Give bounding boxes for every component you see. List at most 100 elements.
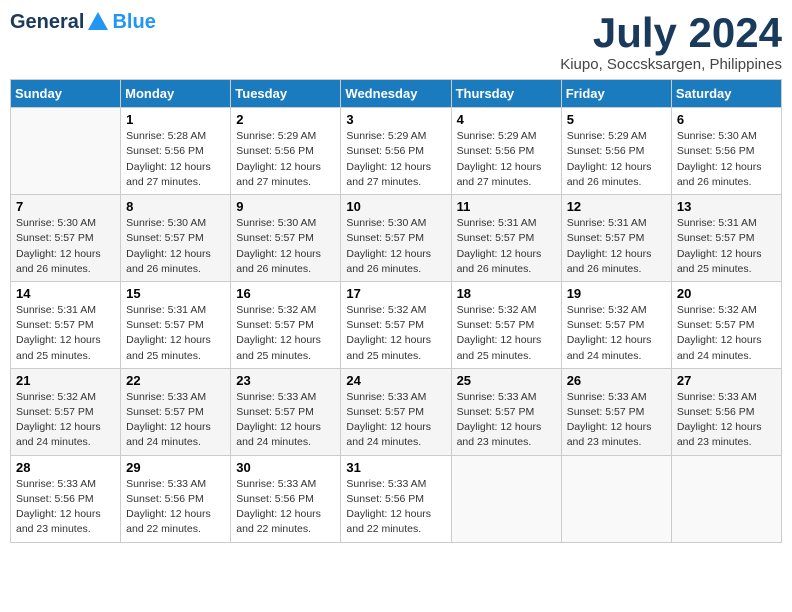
calendar-cell: 4 Sunrise: 5:29 AM Sunset: 5:56 PM Daylig… xyxy=(451,108,561,195)
day-number: 18 xyxy=(457,286,556,301)
day-info: Sunrise: 5:32 AM Sunset: 5:57 PM Dayligh… xyxy=(567,303,666,364)
day-info: Sunrise: 5:33 AM Sunset: 5:56 PM Dayligh… xyxy=(16,477,115,538)
day-info: Sunrise: 5:29 AM Sunset: 5:56 PM Dayligh… xyxy=(457,129,556,190)
calendar-cell: 16 Sunrise: 5:32 AM Sunset: 5:57 PM Dayli… xyxy=(231,281,341,368)
day-info: Sunrise: 5:28 AM Sunset: 5:56 PM Dayligh… xyxy=(126,129,225,190)
calendar-week-row: 1 Sunrise: 5:28 AM Sunset: 5:56 PM Daylig… xyxy=(11,108,782,195)
day-info: Sunrise: 5:33 AM Sunset: 5:56 PM Dayligh… xyxy=(126,477,225,538)
calendar-cell: 28 Sunrise: 5:33 AM Sunset: 5:56 PM Dayli… xyxy=(11,455,121,542)
calendar-cell: 5Sunrise: 5:29 AM Sunset: 5:56 PM Daylig… xyxy=(561,108,671,195)
day-number: 23 xyxy=(236,373,335,388)
day-info: Sunrise: 5:29 AM Sunset: 5:56 PM Dayligh… xyxy=(346,129,445,190)
weekday-header-row: SundayMondayTuesdayWednesdayThursdayFrid… xyxy=(11,80,782,108)
day-number: 25 xyxy=(457,373,556,388)
day-number: 12 xyxy=(567,199,666,214)
calendar-cell: 26Sunrise: 5:33 AM Sunset: 5:57 PM Dayli… xyxy=(561,368,671,455)
calendar-week-row: 14Sunrise: 5:31 AM Sunset: 5:57 PM Dayli… xyxy=(11,281,782,368)
calendar-cell: 12 Sunrise: 5:31 AM Sunset: 5:57 PM Dayli… xyxy=(561,195,671,282)
calendar-cell xyxy=(561,455,671,542)
day-info: Sunrise: 5:33 AM Sunset: 5:57 PM Dayligh… xyxy=(346,390,445,451)
day-number: 21 xyxy=(16,373,115,388)
weekday-header-tuesday: Tuesday xyxy=(231,80,341,108)
day-info: Sunrise: 5:30 AM Sunset: 5:57 PM Dayligh… xyxy=(236,216,335,277)
day-number: 6 xyxy=(677,112,776,127)
day-info: Sunrise: 5:30 AM Sunset: 5:57 PM Dayligh… xyxy=(16,216,115,277)
calendar-cell: 10 Sunrise: 5:30 AM Sunset: 5:57 PM Dayli… xyxy=(341,195,451,282)
calendar-cell: 2Sunrise: 5:29 AM Sunset: 5:56 PM Daylig… xyxy=(231,108,341,195)
day-info: Sunrise: 5:30 AM Sunset: 5:57 PM Dayligh… xyxy=(346,216,445,277)
day-number: 16 xyxy=(236,286,335,301)
day-number: 31 xyxy=(346,460,445,475)
day-info: Sunrise: 5:33 AM Sunset: 5:57 PM Dayligh… xyxy=(126,390,225,451)
calendar-cell: 8Sunrise: 5:30 AM Sunset: 5:57 PM Daylig… xyxy=(121,195,231,282)
day-info: Sunrise: 5:30 AM Sunset: 5:56 PM Dayligh… xyxy=(677,129,776,190)
day-info: Sunrise: 5:33 AM Sunset: 5:57 PM Dayligh… xyxy=(457,390,556,451)
day-number: 8 xyxy=(126,199,225,214)
weekday-header-saturday: Saturday xyxy=(671,80,781,108)
day-info: Sunrise: 5:33 AM Sunset: 5:56 PM Dayligh… xyxy=(677,390,776,451)
day-info: Sunrise: 5:32 AM Sunset: 5:57 PM Dayligh… xyxy=(677,303,776,364)
calendar-cell: 1 Sunrise: 5:28 AM Sunset: 5:56 PM Daylig… xyxy=(121,108,231,195)
logo-general: General xyxy=(10,11,84,34)
day-info: Sunrise: 5:33 AM Sunset: 5:56 PM Dayligh… xyxy=(346,477,445,538)
day-info: Sunrise: 5:32 AM Sunset: 5:57 PM Dayligh… xyxy=(236,303,335,364)
calendar-cell xyxy=(11,108,121,195)
calendar-week-row: 21 Sunrise: 5:32 AM Sunset: 5:57 PM Dayli… xyxy=(11,368,782,455)
calendar-cell: 30Sunrise: 5:33 AM Sunset: 5:56 PM Dayli… xyxy=(231,455,341,542)
day-number: 22 xyxy=(126,373,225,388)
calendar-cell: 21 Sunrise: 5:32 AM Sunset: 5:57 PM Dayli… xyxy=(11,368,121,455)
weekday-header-wednesday: Wednesday xyxy=(341,80,451,108)
calendar-cell: 9 Sunrise: 5:30 AM Sunset: 5:57 PM Daylig… xyxy=(231,195,341,282)
day-number: 15 xyxy=(126,286,225,301)
day-number: 11 xyxy=(457,199,556,214)
calendar-cell: 19 Sunrise: 5:32 AM Sunset: 5:57 PM Dayli… xyxy=(561,281,671,368)
day-info: Sunrise: 5:32 AM Sunset: 5:57 PM Dayligh… xyxy=(346,303,445,364)
day-info: Sunrise: 5:31 AM Sunset: 5:57 PM Dayligh… xyxy=(126,303,225,364)
day-number: 13 xyxy=(677,199,776,214)
title-area: July 2024 Kiupo, Soccsksargen, Philippin… xyxy=(560,10,782,73)
day-info: Sunrise: 5:29 AM Sunset: 5:56 PM Dayligh… xyxy=(236,129,335,190)
day-number: 27 xyxy=(677,373,776,388)
day-number: 7 xyxy=(16,199,115,214)
day-number: 10 xyxy=(346,199,445,214)
calendar-cell: 17 Sunrise: 5:32 AM Sunset: 5:57 PM Dayli… xyxy=(341,281,451,368)
day-number: 9 xyxy=(236,199,335,214)
location: Kiupo, Soccsksargen, Philippines xyxy=(560,56,782,73)
calendar-cell: 20Sunrise: 5:32 AM Sunset: 5:57 PM Dayli… xyxy=(671,281,781,368)
month-title: July 2024 xyxy=(560,10,782,56)
day-number: 19 xyxy=(567,286,666,301)
calendar-cell: 31 Sunrise: 5:33 AM Sunset: 5:56 PM Dayli… xyxy=(341,455,451,542)
calendar-cell: 11Sunrise: 5:31 AM Sunset: 5:57 PM Dayli… xyxy=(451,195,561,282)
calendar-cell: 6 Sunrise: 5:30 AM Sunset: 5:56 PM Daylig… xyxy=(671,108,781,195)
calendar-cell: 15 Sunrise: 5:31 AM Sunset: 5:57 PM Dayli… xyxy=(121,281,231,368)
day-info: Sunrise: 5:32 AM Sunset: 5:57 PM Dayligh… xyxy=(16,390,115,451)
day-info: Sunrise: 5:33 AM Sunset: 5:57 PM Dayligh… xyxy=(236,390,335,451)
calendar-cell: 7 Sunrise: 5:30 AM Sunset: 5:57 PM Daylig… xyxy=(11,195,121,282)
weekday-header-friday: Friday xyxy=(561,80,671,108)
calendar-cell: 23 Sunrise: 5:33 AM Sunset: 5:57 PM Dayli… xyxy=(231,368,341,455)
calendar-cell xyxy=(451,455,561,542)
calendar-cell: 18 Sunrise: 5:32 AM Sunset: 5:57 PM Dayli… xyxy=(451,281,561,368)
day-number: 1 xyxy=(126,112,225,127)
weekday-header-thursday: Thursday xyxy=(451,80,561,108)
day-info: Sunrise: 5:32 AM Sunset: 5:57 PM Dayligh… xyxy=(457,303,556,364)
day-info: Sunrise: 5:31 AM Sunset: 5:57 PM Dayligh… xyxy=(567,216,666,277)
day-number: 17 xyxy=(346,286,445,301)
logo: General Blue xyxy=(10,10,156,34)
calendar-cell: 13 Sunrise: 5:31 AM Sunset: 5:57 PM Dayli… xyxy=(671,195,781,282)
day-number: 3 xyxy=(346,112,445,127)
logo-icon xyxy=(86,10,110,34)
calendar-cell: 24Sunrise: 5:33 AM Sunset: 5:57 PM Dayli… xyxy=(341,368,451,455)
day-number: 28 xyxy=(16,460,115,475)
day-info: Sunrise: 5:33 AM Sunset: 5:57 PM Dayligh… xyxy=(567,390,666,451)
day-number: 4 xyxy=(457,112,556,127)
calendar-cell: 29Sunrise: 5:33 AM Sunset: 5:56 PM Dayli… xyxy=(121,455,231,542)
day-info: Sunrise: 5:31 AM Sunset: 5:57 PM Dayligh… xyxy=(677,216,776,277)
calendar-cell xyxy=(671,455,781,542)
page-header: General Blue July 2024 Kiupo, Soccsksarg… xyxy=(10,10,782,73)
day-info: Sunrise: 5:29 AM Sunset: 5:56 PM Dayligh… xyxy=(567,129,666,190)
calendar-week-row: 28 Sunrise: 5:33 AM Sunset: 5:56 PM Dayli… xyxy=(11,455,782,542)
calendar-week-row: 7 Sunrise: 5:30 AM Sunset: 5:57 PM Daylig… xyxy=(11,195,782,282)
weekday-header-monday: Monday xyxy=(121,80,231,108)
calendar-cell: 25 Sunrise: 5:33 AM Sunset: 5:57 PM Dayli… xyxy=(451,368,561,455)
